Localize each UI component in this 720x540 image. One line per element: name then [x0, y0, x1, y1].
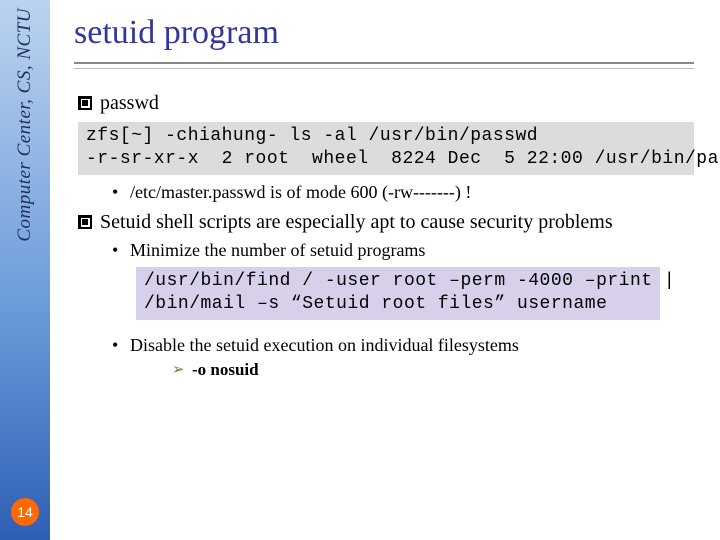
- slide-body: passwd zfs[~] -chiahung- ls -al /usr/bin…: [78, 91, 700, 380]
- bullet-text: passwd: [100, 92, 159, 114]
- code-line: /usr/bin/find / -user root –perm -4000 –…: [144, 271, 675, 291]
- sub-bullet-minimize: Minimize the number of setuid programs: [112, 239, 700, 262]
- sub-bullet-text: /etc/master.passwd is of mode 600 (-rw--…: [130, 182, 471, 202]
- title-underline: [74, 62, 694, 69]
- square-bullet-icon: [78, 215, 92, 229]
- subsub-bullet-nosuid: -o nosuid: [172, 359, 700, 381]
- bullet-setuid-scripts: Setuid shell scripts are especially apt …: [78, 210, 700, 381]
- sub-bullet-disable-setuid: Disable the setuid execution on individu…: [112, 334, 700, 380]
- code-block-ls-passwd: zfs[~] -chiahung- ls -al /usr/bin/passwd…: [78, 122, 694, 175]
- code-line: -r-sr-xr-x 2 root wheel 8224 Dec 5 22:00…: [86, 149, 720, 169]
- code-block-find-mail: /usr/bin/find / -user root –perm -4000 –…: [136, 267, 660, 320]
- content-area: setuid program passwd zfs[~] -chiahung- …: [60, 0, 710, 540]
- square-bullet-icon: [78, 96, 92, 110]
- sub-bullet-text: Minimize the number of setuid programs: [130, 240, 425, 260]
- page-number: 14: [17, 504, 33, 520]
- sub-bullet-text: Disable the setuid execution on individu…: [130, 335, 519, 355]
- sidebar-institution: Computer Center, CS, NCTU: [14, 8, 36, 242]
- sub-bullet-master-passwd: /etc/master.passwd is of mode 600 (-rw--…: [112, 181, 700, 204]
- slide-title: setuid program: [74, 14, 710, 52]
- code-line: /bin/mail –s “Setuid root files” usernam…: [144, 294, 607, 314]
- slide: Computer Center, CS, NCTU 14 setuid prog…: [0, 0, 720, 540]
- code-line: zfs[~] -chiahung- ls -al /usr/bin/passwd: [86, 126, 538, 146]
- sidebar: Computer Center, CS, NCTU: [0, 0, 50, 540]
- bullet-text: Setuid shell scripts are especially apt …: [100, 211, 613, 233]
- subsub-bullet-text: -o nosuid: [192, 360, 259, 379]
- page-number-badge: 14: [11, 498, 39, 526]
- bullet-passwd: passwd zfs[~] -chiahung- ls -al /usr/bin…: [78, 91, 700, 204]
